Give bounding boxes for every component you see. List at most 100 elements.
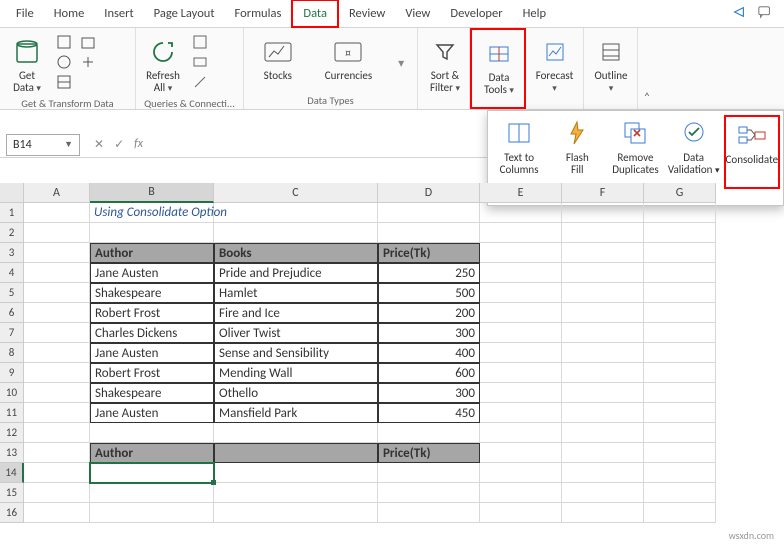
table-cell-books[interactable]: Mending Wall [214,363,378,383]
row-header-12[interactable]: 12 [0,423,24,443]
cell-A10[interactable] [24,383,90,403]
text-to-columns-button[interactable]: Text to Columns [491,115,547,189]
share-icon[interactable] [732,5,746,23]
tab-data[interactable]: Data [291,0,339,28]
cell-F8[interactable] [562,343,644,363]
column-header-G[interactable]: G [644,183,716,203]
tab-view[interactable]: View [395,1,440,26]
cell-F12[interactable] [562,423,644,443]
row-header-10[interactable]: 10 [0,383,24,403]
cell-A14[interactable] [24,463,90,483]
edit-links-icon[interactable] [192,74,208,90]
table-cell-author[interactable]: Jane Austen [90,263,214,283]
tab-developer[interactable]: Developer [440,1,512,26]
cell-D12[interactable] [378,423,480,443]
cell-G10[interactable] [644,383,716,403]
cell-C15[interactable] [214,483,378,503]
cell-G3[interactable] [644,243,716,263]
cell-A5[interactable] [24,283,90,303]
cell-G6[interactable] [644,303,716,323]
from-table-icon[interactable] [56,74,72,90]
cell-A16[interactable] [24,503,90,523]
cell-G16[interactable] [644,503,716,523]
summary-header-blank[interactable] [214,443,378,463]
table-cell-books[interactable]: Sense and Sensibility [214,343,378,363]
table-cell-author[interactable]: Shakespeare [90,283,214,303]
cell-G14[interactable] [644,463,716,483]
enter-formula-icon[interactable]: ✓ [114,137,124,152]
row-header-16[interactable]: 16 [0,503,24,523]
column-header-E[interactable]: E [480,183,562,203]
cell-G2[interactable] [644,223,716,243]
table-cell-price[interactable]: 450 [378,403,480,423]
cell-G15[interactable] [644,483,716,503]
active-cell-b14[interactable] [90,463,214,483]
cell-F10[interactable] [562,383,644,403]
tab-page-layout[interactable]: Page Layout [144,1,225,26]
cell-D14[interactable] [378,463,480,483]
table-cell-price[interactable]: 200 [378,303,480,323]
table-cell-author[interactable]: Robert Frost [90,303,214,323]
row-header-13[interactable]: 13 [0,443,24,463]
comments-icon[interactable] [758,5,772,23]
row-header-5[interactable]: 5 [0,283,24,303]
cell-F6[interactable] [562,303,644,323]
column-header-A[interactable]: A [24,183,90,203]
fx-icon[interactable]: fx [134,137,143,152]
row-header-14[interactable]: 14 [0,463,24,483]
cell-C16[interactable] [214,503,378,523]
sort-filter-button[interactable]: Sort & Filter ▾ [424,34,466,96]
cell-D16[interactable] [378,503,480,523]
row-header-8[interactable]: 8 [0,343,24,363]
cell-F1[interactable] [562,203,644,223]
summary-header-price[interactable]: Price(Tk) [378,443,480,463]
row-header-11[interactable]: 11 [0,403,24,423]
cell-A3[interactable] [24,243,90,263]
cell-E8[interactable] [480,343,562,363]
row-header-9[interactable]: 9 [0,363,24,383]
cell-F7[interactable] [562,323,644,343]
cell-G7[interactable] [644,323,716,343]
worksheet[interactable]: ABCDEFG 12345678910111213141516 Using Co… [0,183,784,548]
cell-A7[interactable] [24,323,90,343]
cell-G12[interactable] [644,423,716,443]
cell-C14[interactable] [214,463,378,483]
row-header-15[interactable]: 15 [0,483,24,503]
ribbon-collapse-icon[interactable]: ˄ [638,28,656,109]
table-cell-books[interactable]: Mansfield Park [214,403,378,423]
currencies-button[interactable]: ¤ Currencies [321,34,376,84]
cell-G4[interactable] [644,263,716,283]
cell-F3[interactable] [562,243,644,263]
tab-review[interactable]: Review [339,1,395,26]
table-cell-price[interactable]: 250 [378,263,480,283]
cell-C12[interactable] [214,423,378,443]
cell-E14[interactable] [480,463,562,483]
cell-F9[interactable] [562,363,644,383]
cell-D15[interactable] [378,483,480,503]
cell-E7[interactable] [480,323,562,343]
cell-F16[interactable] [562,503,644,523]
table-cell-books[interactable]: Oliver Twist [214,323,378,343]
cell-F15[interactable] [562,483,644,503]
cell-F14[interactable] [562,463,644,483]
cell-E13[interactable] [480,443,562,463]
cell-C2[interactable] [214,223,378,243]
from-web-icon[interactable] [56,54,72,70]
queries-icon[interactable] [192,34,208,50]
cancel-formula-icon[interactable]: ✕ [94,137,104,152]
column-header-D[interactable]: D [378,183,480,203]
cell-D2[interactable] [378,223,480,243]
cell-G11[interactable] [644,403,716,423]
cell-E12[interactable] [480,423,562,443]
cell-F5[interactable] [562,283,644,303]
cell-F4[interactable] [562,263,644,283]
tab-file[interactable]: File [6,1,44,26]
cell-A15[interactable] [24,483,90,503]
table-cell-price[interactable]: 400 [378,343,480,363]
table-header-price[interactable]: Price(Tk) [378,243,480,263]
cell-E1[interactable] [480,203,562,223]
tab-help[interactable]: Help [513,1,556,26]
cell-F13[interactable] [562,443,644,463]
cell-G13[interactable] [644,443,716,463]
row-header-2[interactable]: 2 [0,223,24,243]
